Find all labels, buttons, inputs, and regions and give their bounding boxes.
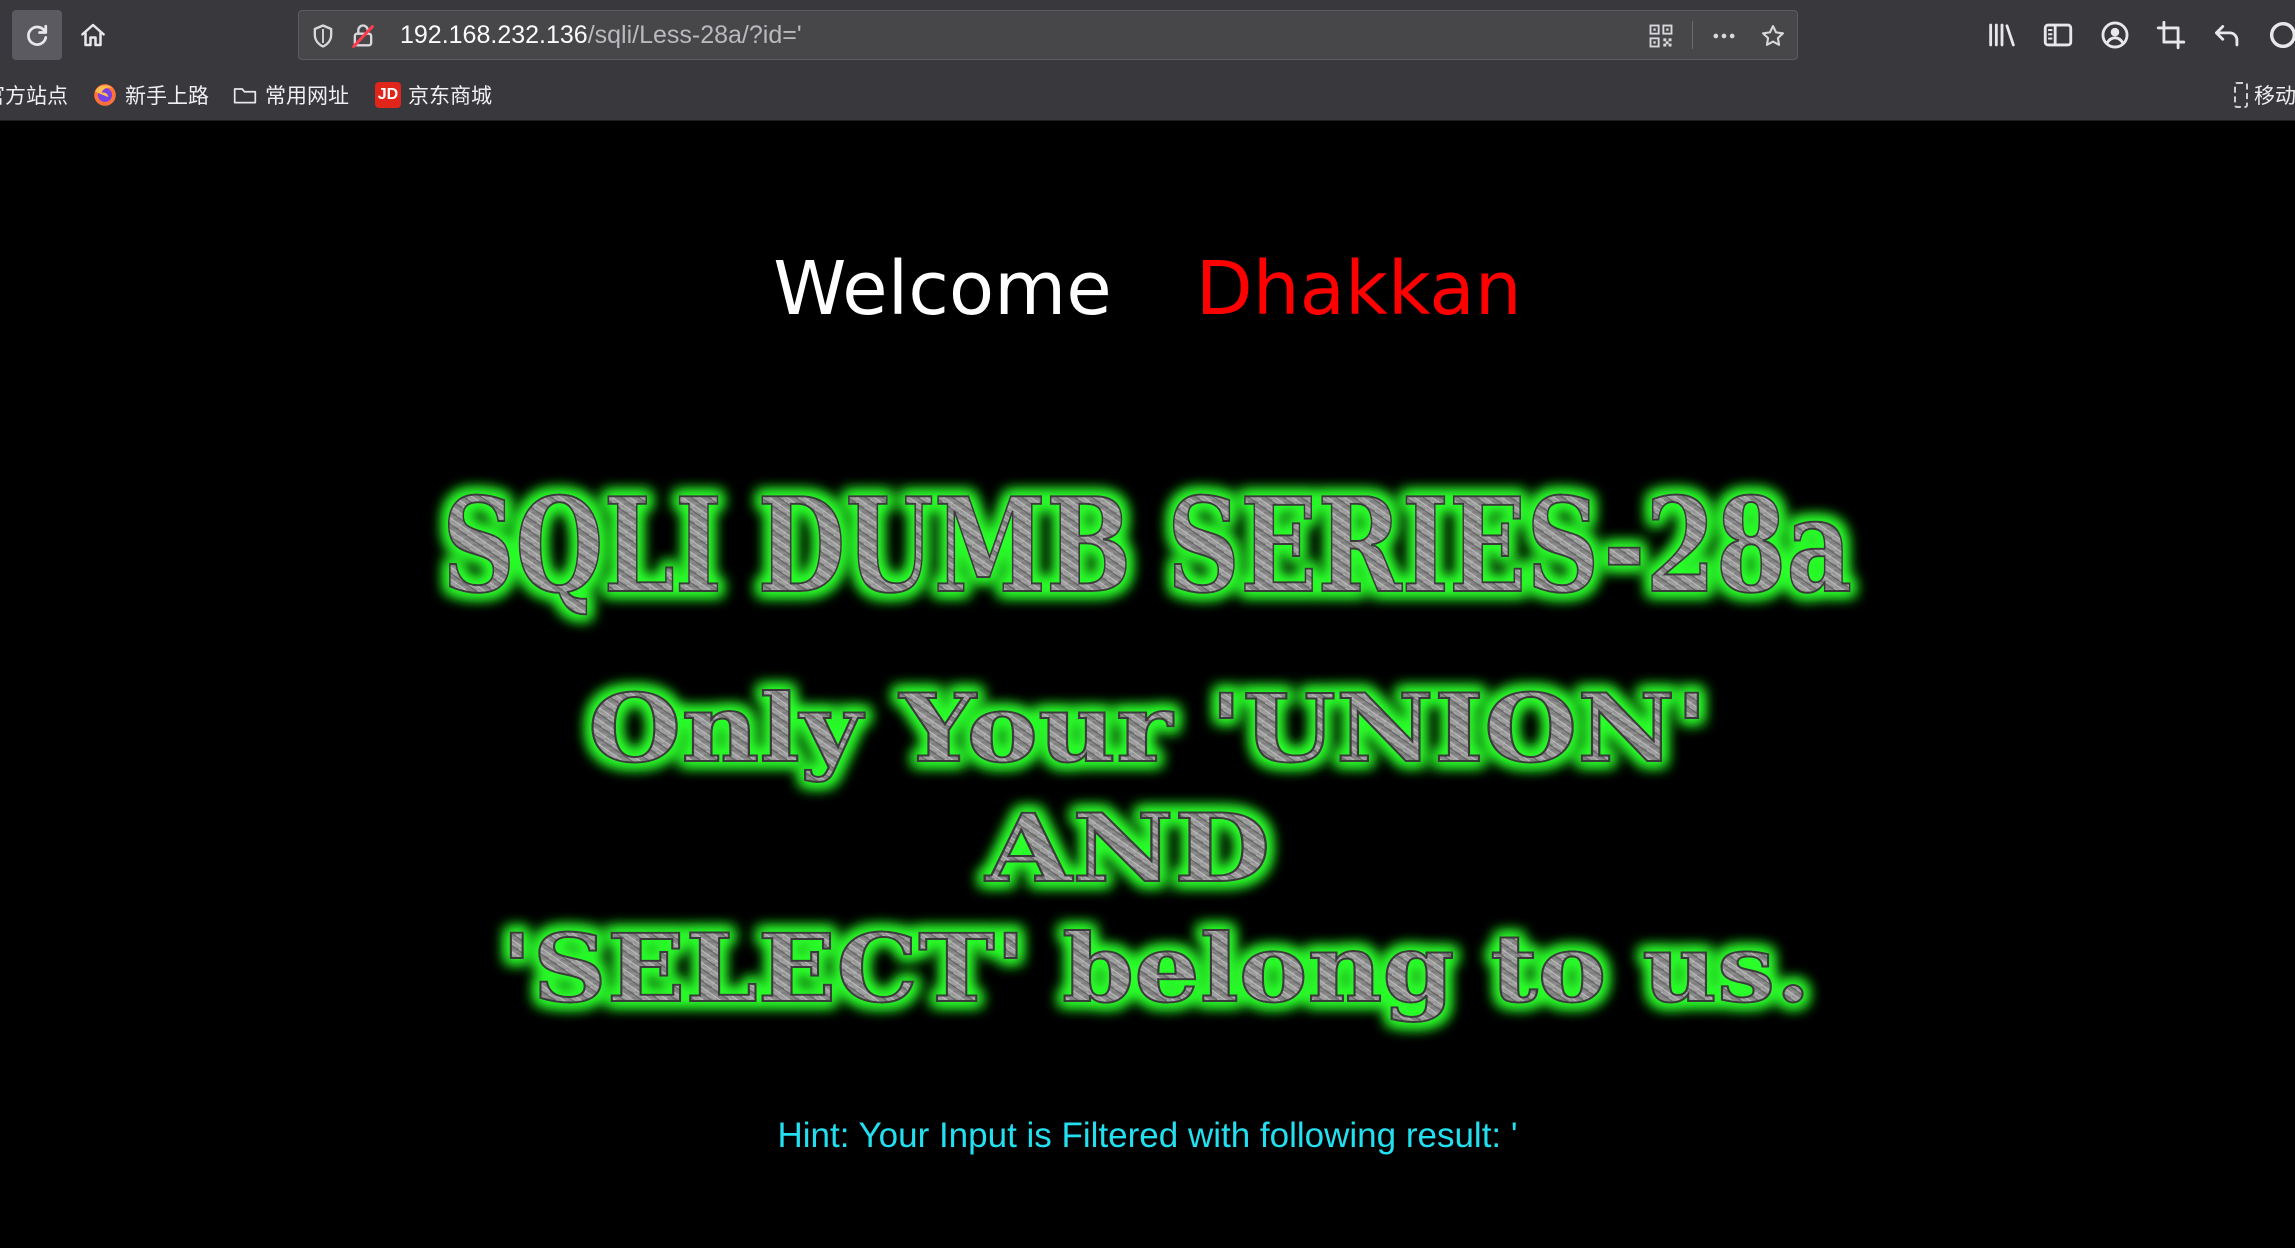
bookmark-common-sites[interactable]: 常用网址 [232,70,349,120]
account-icon[interactable] [2098,18,2132,52]
banner-graphic: SQLI DUMB SERIES-28a Only Your 'UNION' A… [441,468,1853,1025]
browser-window: 192.168.232.136/sqli/Less-28a/?id=' 方站点 … [0,0,2295,1248]
bookmark-label: 官方站点 [0,84,68,108]
jd-logo-icon: JD [375,82,401,108]
qr-code-icon[interactable] [1647,22,1675,50]
page-content: Welcome Dhakkan SQLI DUMB SERIES-28a Onl… [0,121,2295,1248]
bookmark-label: 常用网址 [265,84,349,108]
browser-toolbar: 192.168.232.136/sqli/Less-28a/?id=' [0,0,2295,70]
mobile-device-icon [2234,82,2248,108]
bookmark-official-site[interactable]: 官方站点 [0,70,68,120]
bookmark-getting-started[interactable]: 新手上路 [92,70,209,120]
undo-icon[interactable] [2210,18,2244,52]
mobile-bookmarks[interactable]: 移动 [2234,70,2295,120]
hint-text: Hint: Your Input is Filtered with follow… [777,1116,1518,1155]
sidebar-icon[interactable] [2041,18,2075,52]
url-bar-divider [1692,21,1693,49]
bookmark-label: 新手上路 [125,84,209,108]
reload-icon [27,24,48,46]
extension-circle-icon[interactable] [2266,18,2295,52]
tracking-shield-icon[interactable] [309,22,337,50]
firefox-icon [92,82,118,108]
home-button[interactable] [68,10,118,60]
bookmark-label: 京东商城 [408,84,492,108]
banner-line-2: AND [984,794,1270,904]
page-actions-more-icon[interactable] [1710,22,1738,50]
banner-title: SQLI DUMB SERIES-28a [442,469,1852,622]
url-path: /sqli/Less-28a/?id=' [587,21,802,49]
url-text[interactable]: 192.168.232.136/sqli/Less-28a/?id=' [400,11,802,59]
reload-button[interactable] [12,10,62,60]
url-host: 192.168.232.136 [400,21,588,49]
home-icon [81,23,105,47]
insecure-connection-icon[interactable] [349,22,377,50]
bookmark-star-icon[interactable] [1759,22,1787,50]
screenshot-crop-icon[interactable] [2154,18,2188,52]
folder-icon [232,82,258,108]
library-icon[interactable] [1985,18,2019,52]
banner-line-1: Only Your 'UNION' [588,674,1708,784]
bookmark-jd-mall[interactable]: JD 京东商城 [375,70,492,120]
bookmarks-toolbar: 官方站点 新手上路 常用网址 JD 京东商城 移动 [0,70,2295,121]
url-bar[interactable]: 192.168.232.136/sqli/Less-28a/?id=' [298,10,1798,60]
banner-line-3: 'SELECT' belong to us. [501,914,1811,1024]
mobile-bookmarks-label: 移动 [2254,84,2295,108]
